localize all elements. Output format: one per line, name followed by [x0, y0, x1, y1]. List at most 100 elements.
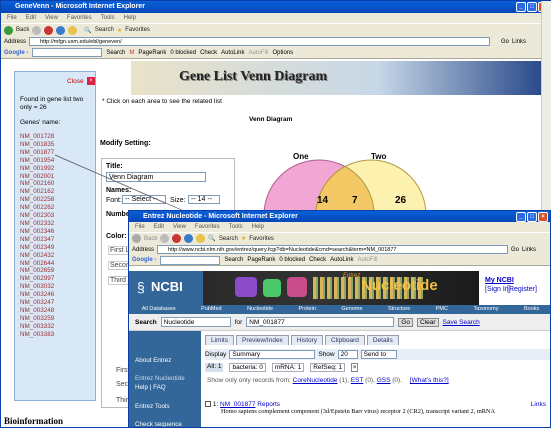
- front-pagerank[interactable]: PageRank: [247, 257, 275, 263]
- ncbi-nav-item[interactable]: Genome: [341, 305, 362, 314]
- links-link[interactable]: Links: [531, 401, 546, 408]
- front-autofill[interactable]: AutoFill: [357, 257, 377, 263]
- ncbi-nav-item[interactable]: Taxonomy: [473, 305, 498, 314]
- show-select[interactable]: 20: [337, 350, 358, 359]
- ncbi-nav-item[interactable]: PubMed: [201, 305, 222, 314]
- front-browser-window: Entrez Nucleotide - Microsoft Internet E…: [128, 210, 551, 428]
- front-close-button[interactable]: ×: [538, 212, 548, 222]
- front-address-label: Address: [132, 246, 155, 253]
- corenucleotide-count: (1),: [339, 377, 349, 384]
- front-maximize-button[interactable]: □: [527, 212, 537, 222]
- ncbi-tab[interactable]: Details: [366, 335, 399, 345]
- front-google-toolbar: Google - Search PageRank 0 blocked Check…: [129, 255, 550, 266]
- clear-button[interactable]: Clear: [416, 317, 439, 327]
- front-search-label[interactable]: Search: [219, 236, 238, 242]
- result-number: 1:: [212, 401, 219, 408]
- save-search-link[interactable]: Save Search: [443, 319, 480, 326]
- filter-all[interactable]: All: 1: [205, 363, 224, 372]
- front-check[interactable]: Check: [309, 257, 326, 263]
- whats-this-link[interactable]: [What's this?]: [410, 377, 449, 384]
- ncbi-nav-item[interactable]: Structure: [388, 305, 410, 314]
- sidebar-help-faq[interactable]: Help | FAQ: [135, 384, 166, 391]
- gss-link[interactable]: GSS: [377, 377, 391, 384]
- ncbi-tab[interactable]: Limits: [205, 335, 234, 345]
- search-label: Search: [135, 318, 157, 326]
- filter-bacteria[interactable]: bacteria: 0: [229, 363, 266, 372]
- ncbi-tab[interactable]: Clipboard: [325, 335, 365, 345]
- ncbi-tabs: Limits Preview/Index History Clipboard Detai…: [205, 335, 399, 345]
- front-address-input[interactable]: http://www.ncbi.nlm.nih.gov/entrez/query…: [157, 245, 508, 254]
- display-select[interactable]: Summary: [229, 350, 316, 359]
- front-address-bar: Address http://www.ncbi.nlm.nih.gov/entr…: [129, 244, 550, 255]
- ncbi-header: § NCBI Entrez Nucleotide My NCBI [Sign I…: [129, 271, 550, 305]
- my-ncbi-link[interactable]: My NCBI: [485, 277, 514, 284]
- database-select[interactable]: Nucleotide: [160, 317, 231, 327]
- front-google-label[interactable]: Google -: [132, 257, 156, 263]
- front-menu-bar: File Edit View Favorites Tools Help: [129, 222, 550, 232]
- corenucleotide-link[interactable]: CoreNucleotide: [293, 377, 338, 384]
- sidebar-about-entrez[interactable]: About Entrez: [135, 357, 171, 364]
- front-toolbar: Back 🔍 Search ★ Favorites: [129, 232, 550, 244]
- ncbi-banner-art: Entrez Nucleotide: [203, 271, 479, 305]
- display-row: Display Summary Show 20 Send to: [205, 349, 550, 360]
- front-menu-edit[interactable]: Edit: [154, 222, 164, 232]
- front-favorites-label[interactable]: Favorites: [249, 236, 274, 242]
- front-blocked[interactable]: 0 blocked: [279, 257, 305, 263]
- front-stop-icon[interactable]: [172, 234, 182, 243]
- display-label: Display: [205, 351, 227, 358]
- front-title-bar: Entrez Nucleotide - Microsoft Internet E…: [129, 211, 550, 222]
- ncbi-tab[interactable]: Preview/Index: [235, 335, 289, 345]
- ncbi-nav-item[interactable]: Protein: [299, 305, 316, 314]
- front-refresh-icon[interactable]: [184, 234, 194, 243]
- front-menu-favorites[interactable]: Favorites: [195, 222, 220, 232]
- front-links-button[interactable]: Links: [522, 247, 536, 253]
- show-only-prefix: Show only only records from:: [207, 377, 291, 384]
- reports-link[interactable]: Reports: [257, 401, 280, 408]
- front-back-label[interactable]: Back: [144, 236, 157, 242]
- molecule-art-icon: [287, 277, 307, 297]
- filter-tabs: All: 1 bacteria: 0 mRNA: 1 RefSeq: 1 ×: [205, 363, 359, 372]
- front-go-button[interactable]: Go: [511, 247, 519, 253]
- ncbi-nav-item[interactable]: Books: [524, 305, 539, 314]
- query-input[interactable]: NM_001877: [246, 317, 395, 327]
- gss-count: (0).: [392, 377, 403, 384]
- ncbi-nav-item[interactable]: Nucleotide: [247, 305, 273, 314]
- send-to-select[interactable]: Send to: [360, 350, 397, 359]
- front-menu-file[interactable]: File: [135, 222, 145, 232]
- sidebar-entrez-tools[interactable]: Entrez Tools: [135, 403, 170, 410]
- front-favorites-icon[interactable]: ★: [241, 235, 246, 242]
- front-menu-view[interactable]: View: [173, 222, 186, 232]
- ncbi-nav-item[interactable]: PMC: [436, 305, 448, 314]
- ncbi-tab[interactable]: History: [290, 335, 324, 345]
- front-back-arrow-icon[interactable]: [132, 234, 141, 243]
- front-menu-tools[interactable]: Tools: [229, 222, 243, 232]
- result-description: Homo sapiens complement component (3d/Ep…: [221, 408, 496, 415]
- front-google-search[interactable]: Search: [224, 257, 243, 263]
- ncbi-logo-icon: §: [137, 279, 145, 295]
- entrez-label: Entrez: [343, 273, 361, 279]
- front-google-input[interactable]: [160, 255, 221, 265]
- result-accession-link[interactable]: NM_001877: [220, 401, 255, 408]
- front-minimize-button[interactable]: _: [516, 212, 526, 222]
- filter-refseq[interactable]: RefSeq: 1: [310, 363, 346, 372]
- front-menu-help[interactable]: Help: [252, 222, 264, 232]
- ncbi-nav-item[interactable]: All Databases: [142, 305, 176, 314]
- result-item: 1: NM_001877 Reports Links Homo sapiens …: [205, 401, 550, 415]
- front-autolink[interactable]: AutoLink: [330, 257, 353, 263]
- ncbi-sidebar: About Entrez Entrez Nucleotide Help | FA…: [129, 331, 201, 427]
- sidebar-entrez-nucleotide[interactable]: Entrez Nucleotide: [135, 375, 185, 382]
- filter-mrna[interactable]: mRNA: 1: [271, 363, 305, 372]
- front-forward-arrow-icon[interactable]: [160, 234, 170, 243]
- sidebar-check-sequence[interactable]: Check sequence: [135, 421, 182, 427]
- molecule-art-icon: [263, 279, 281, 297]
- for-label: for: [234, 318, 243, 326]
- register-link[interactable]: [Register]: [507, 286, 537, 293]
- front-home-icon[interactable]: [196, 234, 206, 243]
- filter-remove-icon[interactable]: ×: [351, 363, 359, 372]
- ncbi-logo-text: NCBI: [151, 279, 183, 294]
- result-checkbox[interactable]: [205, 401, 211, 408]
- est-link[interactable]: EST: [351, 377, 364, 384]
- search-go-button[interactable]: Go: [398, 317, 413, 327]
- front-search-icon[interactable]: 🔍: [208, 235, 215, 242]
- ncbi-logo-block[interactable]: § NCBI: [129, 271, 203, 305]
